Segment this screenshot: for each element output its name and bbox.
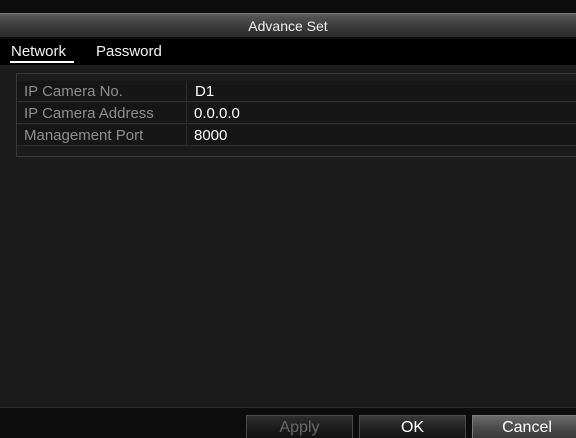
ip-camera-address-field[interactable]: 0.0.0.0 — [194, 105, 240, 122]
tab-password[interactable]: Password — [96, 43, 162, 60]
column-divider — [186, 125, 187, 146]
ip-camera-no-row: IP Camera No. D1 — [17, 81, 576, 102]
ok-button[interactable]: OK — [359, 415, 466, 438]
management-port-label: Management Port — [24, 127, 144, 144]
active-tab-underline — [10, 61, 74, 63]
content-area: IP Camera No. D1 IP Camera Address 0.0.0… — [0, 65, 576, 407]
advance-set-dialog: Advance Set Network Password IP Camera N… — [0, 0, 576, 438]
ip-camera-no-value: D1 — [195, 83, 215, 100]
tab-network[interactable]: Network — [11, 43, 66, 60]
tab-bar: Network Password — [0, 39, 576, 65]
button-bar: Apply OK Cancel — [0, 407, 576, 438]
ip-camera-no-label: IP Camera No. — [24, 83, 123, 100]
network-settings-panel: IP Camera No. D1 IP Camera Address 0.0.0… — [16, 73, 576, 157]
management-port-row: Management Port 8000 — [17, 125, 576, 146]
dialog-title: Advance Set — [0, 13, 576, 38]
ip-camera-address-row: IP Camera Address 0.0.0.0 — [17, 103, 576, 124]
column-divider — [186, 103, 187, 124]
management-port-field[interactable]: 8000 — [194, 127, 227, 144]
ip-camera-address-label: IP Camera Address — [24, 105, 154, 122]
cancel-button[interactable]: Cancel — [472, 415, 576, 438]
apply-button[interactable]: Apply — [246, 415, 353, 438]
column-divider — [186, 81, 187, 102]
